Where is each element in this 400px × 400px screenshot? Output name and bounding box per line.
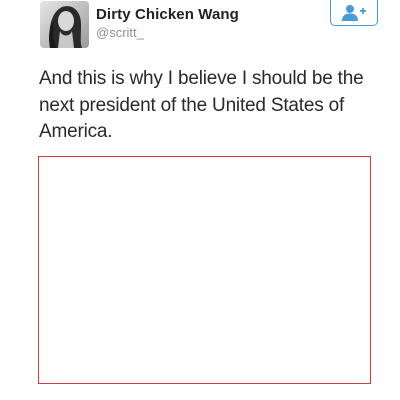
add-user-icon: [342, 4, 366, 21]
tweet-card: Dirty Chicken Wang @scritt_ And this is …: [0, 0, 400, 400]
display-name[interactable]: Dirty Chicken Wang: [96, 6, 239, 23]
profile-photo-icon: [40, 1, 89, 48]
follow-button[interactable]: [330, 0, 378, 26]
avatar[interactable]: [40, 1, 89, 48]
tweet-media-placeholder[interactable]: [38, 156, 371, 384]
user-handle[interactable]: @scritt_: [96, 25, 144, 40]
tweet-text: And this is why I believe I should be th…: [39, 68, 364, 142]
